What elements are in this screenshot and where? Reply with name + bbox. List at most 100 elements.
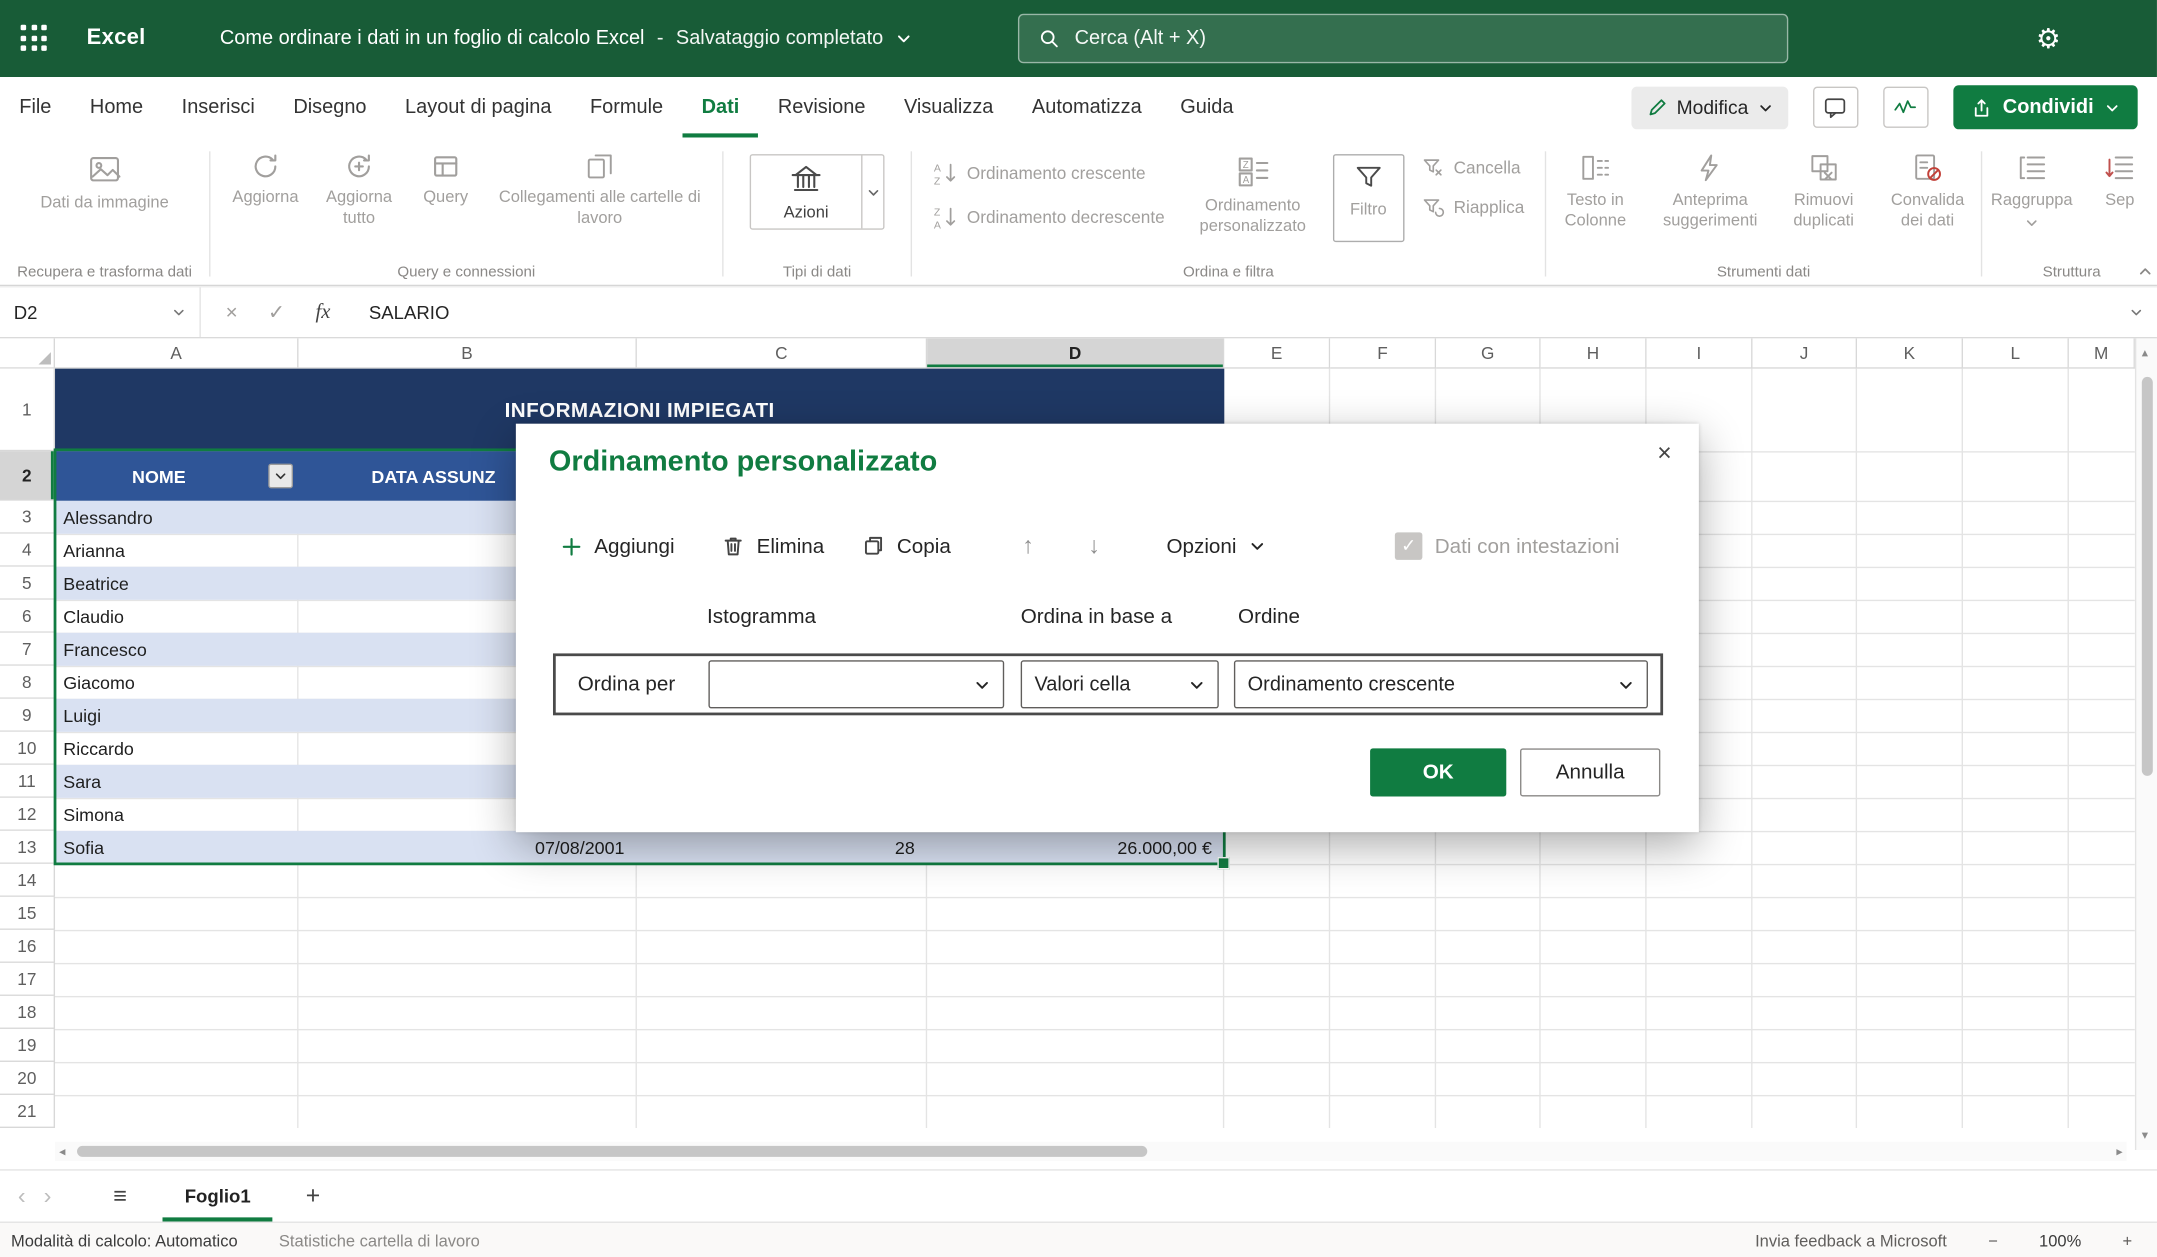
- cell-a13[interactable]: Sofia: [63, 831, 104, 864]
- testo-in-colonne-button[interactable]: Testo in Colonne: [1546, 146, 1644, 237]
- document-title[interactable]: Come ordinare i dati in un foglio di cal…: [220, 28, 912, 50]
- collegamenti-button[interactable]: Collegamenti alle cartelle di lavoro: [487, 146, 713, 234]
- activity-button[interactable]: [1883, 87, 1928, 128]
- tab-file[interactable]: File: [0, 77, 71, 138]
- search-bar[interactable]: [1018, 14, 1788, 64]
- cancel-entry-button[interactable]: ×: [226, 301, 238, 324]
- query-button[interactable]: Query: [407, 146, 484, 234]
- confirm-entry-button[interactable]: ✓: [268, 300, 285, 325]
- column-header-m[interactable]: M: [2069, 338, 2135, 368]
- filtro-toggle[interactable]: Filtro: [1333, 154, 1405, 242]
- prev-sheet-button[interactable]: ‹: [0, 1182, 44, 1210]
- column-header-j[interactable]: J: [1753, 338, 1858, 368]
- calc-mode-status[interactable]: Modalità di calcolo: Automatico: [11, 1230, 238, 1249]
- share-button[interactable]: Condividi: [1953, 85, 2137, 129]
- mode-dropdown[interactable]: Modifica: [1631, 86, 1788, 129]
- zoom-in-button[interactable]: +: [2123, 1230, 2133, 1249]
- tab-inserisci[interactable]: Inserisci: [162, 77, 274, 138]
- settings-button[interactable]: ⚙: [2036, 0, 2061, 77]
- column-header-i[interactable]: I: [1647, 338, 1753, 368]
- row-header-7[interactable]: 7: [0, 633, 55, 666]
- ok-button[interactable]: OK: [1370, 748, 1506, 796]
- horizontal-scrollbar[interactable]: ◂ ▸: [55, 1142, 2127, 1161]
- sheet-list-icon[interactable]: ≡: [100, 1182, 141, 1210]
- ordinamento-crescente-button[interactable]: AZ Ordinamento crescente: [924, 157, 1173, 190]
- row-header-13[interactable]: 13: [0, 831, 55, 864]
- zoom-out-button[interactable]: −: [1988, 1230, 1998, 1249]
- cell-c13[interactable]: 28: [637, 831, 922, 864]
- row-header-1[interactable]: 1: [0, 369, 55, 452]
- app-launcher-icon[interactable]: [21, 25, 49, 53]
- cell-a5[interactable]: Beatrice: [63, 567, 129, 600]
- ordinamento-decrescente-button[interactable]: ZA Ordinamento decrescente: [924, 201, 1173, 234]
- add-level-button[interactable]: Aggiungi: [561, 528, 674, 564]
- workbook-statistics[interactable]: Statistiche cartella di lavoro: [279, 1230, 480, 1249]
- comments-button[interactable]: [1813, 87, 1858, 128]
- scroll-up-icon[interactable]: ▴: [2142, 347, 2148, 359]
- tab-home[interactable]: Home: [71, 77, 163, 138]
- riapplica-button[interactable]: Riapplica: [1412, 191, 1532, 223]
- feedback-link[interactable]: Invia feedback a Microsoft: [1755, 1230, 1947, 1249]
- raggruppa-button[interactable]: Raggruppa: [1985, 146, 2079, 235]
- sheet-tab-foglio1[interactable]: Foglio1: [163, 1171, 273, 1222]
- aggiorna-tutto-button[interactable]: Aggiorna tutto: [314, 146, 405, 234]
- tab-disegno[interactable]: Disegno: [274, 77, 386, 138]
- move-level-down-button[interactable]: ↓: [1088, 528, 1100, 564]
- row-header-6[interactable]: 6: [0, 600, 55, 633]
- tab-visualizza[interactable]: Visualizza: [885, 77, 1013, 138]
- column-header-f[interactable]: F: [1330, 338, 1436, 368]
- column-header-a[interactable]: A: [55, 338, 298, 368]
- column-header-e[interactable]: E: [1224, 338, 1330, 368]
- column-header-g[interactable]: G: [1436, 338, 1541, 368]
- vertical-scroll-thumb[interactable]: [2142, 377, 2153, 776]
- aggiorna-button[interactable]: Aggiorna: [220, 146, 311, 234]
- cell-a10[interactable]: Riccardo: [63, 732, 134, 765]
- column-header-h[interactable]: H: [1541, 338, 1647, 368]
- tab-dati[interactable]: Dati: [682, 77, 758, 138]
- row-header-18[interactable]: 18: [0, 996, 55, 1029]
- vertical-scrollbar[interactable]: ▴ ▾: [2135, 338, 2157, 1150]
- cell-a11[interactable]: Sara: [63, 765, 101, 798]
- azioni-split-button[interactable]: Azioni: [750, 154, 885, 230]
- sort-basis-select[interactable]: Valori cella: [1021, 660, 1219, 708]
- cancel-button[interactable]: Annulla: [1520, 748, 1660, 796]
- cell-a2-header-nome[interactable]: NOME: [55, 451, 298, 501]
- cell-a4[interactable]: Arianna: [63, 534, 125, 567]
- row-header-15[interactable]: 15: [0, 897, 55, 930]
- cell-d13[interactable]: 26.000,00 €: [927, 831, 1219, 864]
- row-header-12[interactable]: 12: [0, 798, 55, 831]
- row-header-3[interactable]: 3: [0, 501, 55, 534]
- cancella-button[interactable]: Cancella: [1412, 151, 1532, 183]
- horizontal-scroll-thumb[interactable]: [77, 1146, 1147, 1157]
- azioni-dropdown-arrow[interactable]: [861, 155, 883, 228]
- scroll-left-icon[interactable]: ◂: [59, 1146, 65, 1158]
- row-header-14[interactable]: 14: [0, 864, 55, 897]
- move-level-up-button[interactable]: ↑: [1022, 528, 1034, 564]
- scroll-right-icon[interactable]: ▸: [2116, 1146, 2122, 1158]
- options-dropdown[interactable]: Opzioni: [1167, 528, 1266, 564]
- sort-column-select[interactable]: [708, 660, 1004, 708]
- row-header-19[interactable]: 19: [0, 1029, 55, 1062]
- tab-formule[interactable]: Formule: [571, 77, 683, 138]
- add-sheet-button[interactable]: +: [295, 1182, 331, 1211]
- row-header-2[interactable]: 2: [0, 451, 55, 501]
- filtro-button[interactable]: Filtro: [1334, 155, 1403, 225]
- name-box[interactable]: D2: [0, 288, 201, 338]
- row-header-20[interactable]: 20: [0, 1062, 55, 1095]
- expand-formula-bar-button[interactable]: [2129, 305, 2143, 319]
- row-header-21[interactable]: 21: [0, 1095, 55, 1128]
- cell-a9[interactable]: Luigi: [63, 699, 101, 732]
- sort-order-select[interactable]: Ordinamento crescente: [1234, 660, 1648, 708]
- cell-a8[interactable]: Giacomo: [63, 666, 135, 699]
- zoom-level[interactable]: 100%: [2039, 1230, 2081, 1249]
- copy-level-button[interactable]: Copia: [863, 528, 951, 564]
- cell-b2-header-data-assunzione[interactable]: DATA ASSUNZ: [371, 451, 495, 501]
- scroll-down-icon[interactable]: ▾: [2142, 1129, 2148, 1141]
- tab-automatizza[interactable]: Automatizza: [1013, 77, 1161, 138]
- delete-level-button[interactable]: Elimina: [722, 528, 824, 564]
- nome-filter-button[interactable]: [268, 464, 293, 489]
- column-header-l[interactable]: L: [1963, 338, 2069, 368]
- row-header-9[interactable]: 9: [0, 699, 55, 732]
- tab-guida[interactable]: Guida: [1161, 77, 1253, 138]
- column-header-d[interactable]: D: [927, 338, 1224, 368]
